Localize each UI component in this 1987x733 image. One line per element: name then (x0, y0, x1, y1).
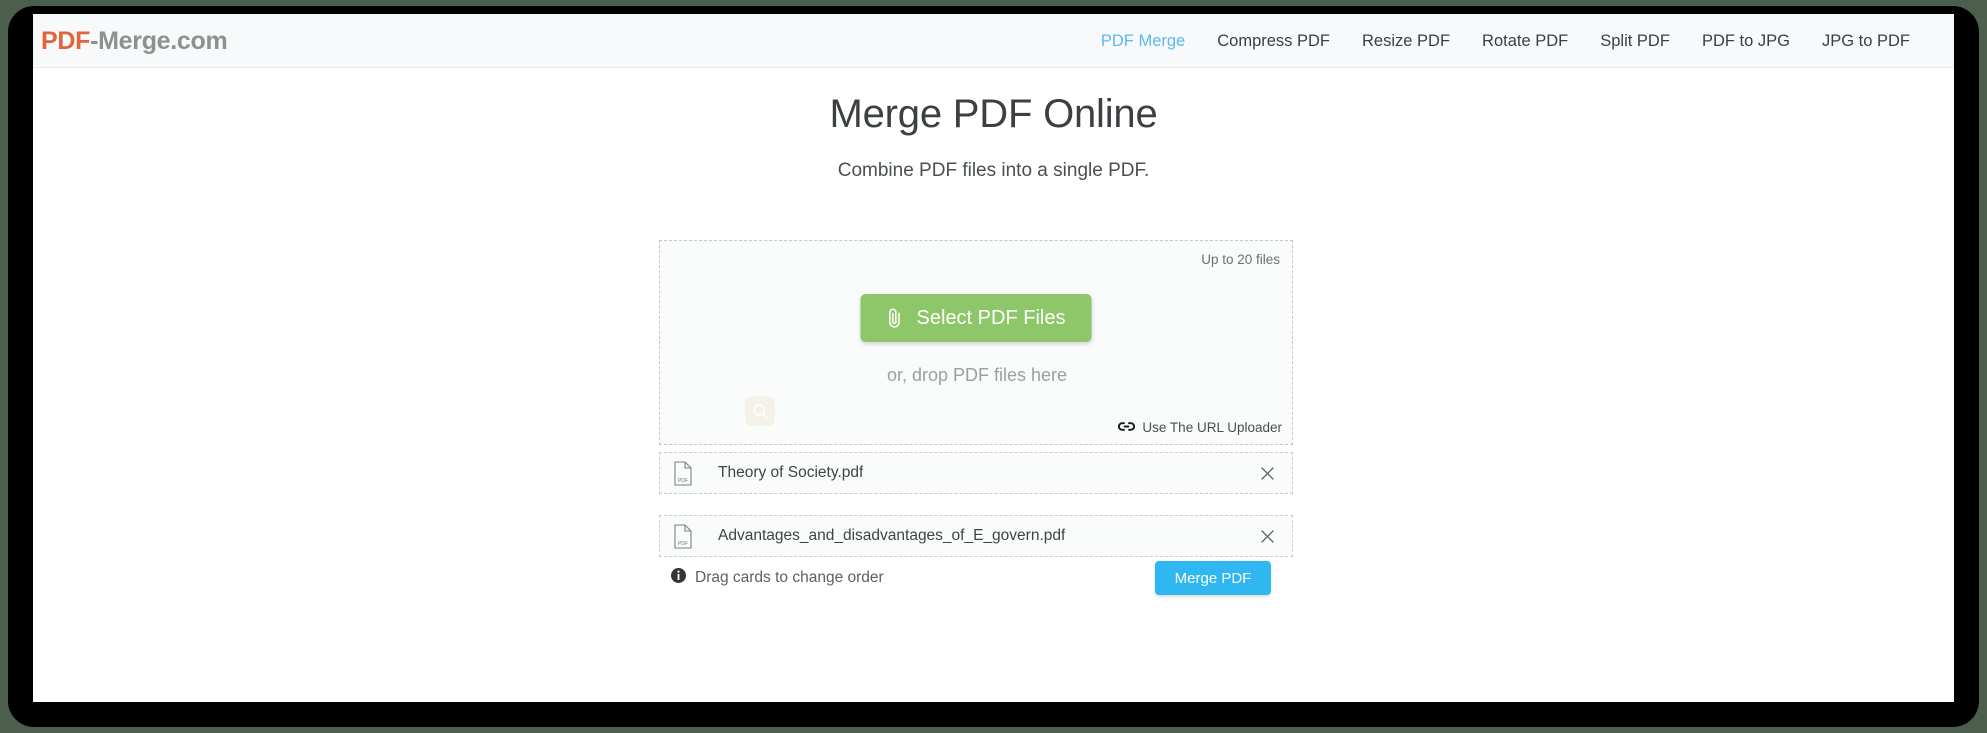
paperclip-icon (887, 307, 904, 329)
nav-item-rotate-pdf[interactable]: Rotate PDF (1466, 14, 1584, 68)
select-pdf-files-button[interactable]: Select PDF Files (860, 294, 1092, 342)
drag-order-hint: Drag cards to change order (671, 568, 884, 588)
pdf-file-icon: PDF (672, 460, 694, 486)
url-uploader-label: Use The URL Uploader (1142, 420, 1282, 435)
file-list-item[interactable]: PDF Theory of Society.pdf (659, 452, 1293, 494)
nav-item-compress-pdf[interactable]: Compress PDF (1201, 14, 1346, 68)
site-logo[interactable]: PDF-Merge.com (41, 27, 228, 56)
nav-item-resize-pdf[interactable]: Resize PDF (1346, 14, 1466, 68)
file-dropzone[interactable]: Up to 20 files Select PDF Files or, drop… (659, 240, 1293, 445)
nav-item-pdf-merge[interactable]: PDF Merge (1085, 14, 1201, 68)
info-icon (671, 568, 686, 588)
screenshot-root: PDF-Merge.com PDF Merge Compress PDF Res… (0, 0, 1987, 733)
nav-item-split-pdf[interactable]: Split PDF (1584, 14, 1686, 68)
file-list-item[interactable]: PDF Advantages_and_disadvantages_of_E_go… (659, 515, 1293, 557)
page-subtitle: Combine PDF files into a single PDF. (837, 160, 1150, 181)
remove-file-button[interactable] (1256, 462, 1278, 484)
url-uploader-button[interactable]: Use The URL Uploader (1118, 420, 1282, 435)
merge-pdf-button[interactable]: Merge PDF (1155, 561, 1271, 595)
pdf-file-icon: PDF (672, 523, 694, 549)
logo-text-primary: PDF (41, 27, 91, 55)
file-limit-label: Up to 20 files (1201, 252, 1280, 267)
main-content: Merge PDF Online Combine PDF files into … (33, 68, 1954, 702)
web-page: PDF-Merge.com PDF Merge Compress PDF Res… (33, 14, 1954, 702)
logo-text-secondary: -Merge.com (90, 27, 228, 55)
nav-item-jpg-to-pdf[interactable]: JPG to PDF (1806, 14, 1926, 68)
search-icon (745, 396, 775, 426)
page-title: Merge PDF Online (829, 92, 1158, 136)
svg-text:PDF: PDF (678, 478, 688, 484)
select-pdf-files-label: Select PDF Files (916, 306, 1066, 329)
drag-order-hint-label: Drag cards to change order (695, 569, 884, 586)
file-name: Theory of Society.pdf (718, 464, 864, 481)
nav-item-pdf-to-jpg[interactable]: PDF to JPG (1686, 14, 1806, 68)
remove-file-button[interactable] (1256, 525, 1278, 547)
link-icon (1118, 420, 1136, 435)
main-navigation: PDF Merge Compress PDF Resize PDF Rotate… (1085, 14, 1926, 68)
file-name: Advantages_and_disadvantages_of_E_govern… (718, 527, 1066, 544)
svg-text:PDF: PDF (678, 541, 688, 547)
drop-files-hint: or, drop PDF files here (886, 365, 1068, 385)
site-header: PDF-Merge.com PDF Merge Compress PDF Res… (33, 14, 1954, 68)
